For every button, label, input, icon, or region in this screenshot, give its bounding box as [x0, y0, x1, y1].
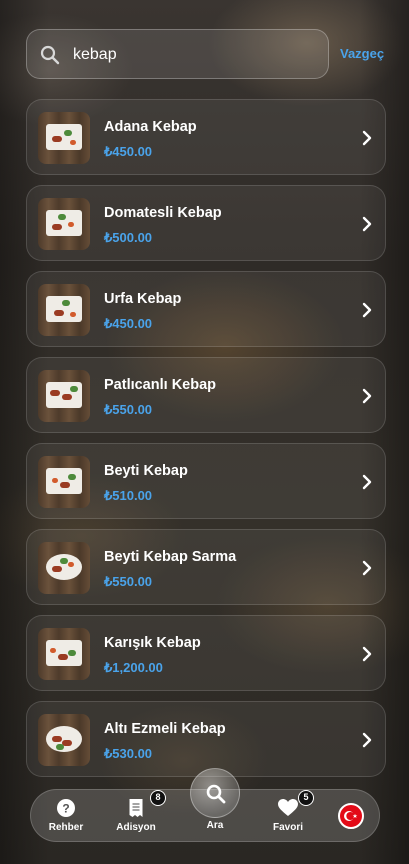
dish-price: ₺550.00: [104, 574, 153, 589]
dish-price: ₺450.00: [104, 144, 153, 159]
search-fab-button[interactable]: [190, 768, 240, 818]
help-icon: ?: [57, 799, 75, 817]
dish-price: ₺510.00: [104, 488, 153, 503]
list-item[interactable]: Urfa Kebap ₺450.00: [26, 271, 386, 347]
list-item[interactable]: Altı Ezmeli Kebap ₺530.00: [26, 701, 386, 777]
search-icon: [206, 784, 226, 804]
dish-name: Beyti Kebap Sarma: [104, 549, 237, 565]
dish-price: ₺530.00: [104, 746, 153, 761]
nav-search-label: Ara: [206, 820, 224, 831]
search-input[interactable]: [73, 42, 313, 68]
search-results-list: Adana Kebap ₺450.00 Domatesli Kebap ₺500…: [26, 99, 386, 787]
dish-price: ₺450.00: [104, 316, 153, 331]
dish-image: [38, 370, 90, 422]
dish-price: ₺1,200.00: [104, 660, 163, 675]
turkey-flag-icon: [344, 811, 358, 821]
search-icon: [40, 45, 60, 65]
nav-guide-label: Rehber: [48, 822, 84, 833]
search-bar: Vazgeç: [26, 29, 391, 79]
list-item[interactable]: Domatesli Kebap ₺500.00: [26, 185, 386, 261]
dish-image: [38, 198, 90, 250]
bill-count-badge: 8: [150, 790, 166, 806]
list-item[interactable]: Patlıcanlı Kebap ₺550.00: [26, 357, 386, 433]
svg-text:?: ?: [62, 802, 69, 816]
heart-icon: [278, 799, 298, 816]
dish-name: Altı Ezmeli Kebap: [104, 721, 226, 737]
nav-bill[interactable]: 8 Adisyon: [111, 790, 166, 843]
chevron-right-icon: [362, 474, 372, 490]
language-button[interactable]: [338, 803, 364, 829]
dish-name: Patlıcanlı Kebap: [104, 377, 217, 393]
dish-image: [38, 284, 90, 336]
favorites-count-badge: 5: [298, 790, 314, 806]
chevron-right-icon: [362, 388, 372, 404]
nav-favorites[interactable]: 5 Favori: [263, 790, 314, 843]
dish-name: Adana Kebap: [104, 119, 197, 135]
nav-guide[interactable]: ? Rehber: [41, 790, 91, 843]
dish-name: Karışık Kebap: [104, 635, 201, 651]
nav-favorites-label: Favori: [272, 822, 303, 833]
dish-image: [38, 628, 90, 680]
chevron-right-icon: [362, 732, 372, 748]
list-item[interactable]: Beyti Kebap ₺510.00: [26, 443, 386, 519]
dish-name: Urfa Kebap: [104, 291, 182, 307]
dish-name: Domatesli Kebap: [104, 205, 222, 221]
receipt-icon: [129, 799, 143, 817]
dish-price: ₺550.00: [104, 402, 153, 417]
dish-image: [38, 112, 90, 164]
dish-image: [38, 542, 90, 594]
chevron-right-icon: [362, 560, 372, 576]
dish-price: ₺500.00: [104, 230, 153, 245]
dish-image: [38, 456, 90, 508]
dish-image: [38, 714, 90, 766]
search-field[interactable]: [26, 29, 329, 79]
dish-name: Beyti Kebap: [104, 463, 188, 479]
chevron-right-icon: [362, 646, 372, 662]
chevron-right-icon: [362, 130, 372, 146]
chevron-right-icon: [362, 216, 372, 232]
chevron-right-icon: [362, 302, 372, 318]
list-item[interactable]: Beyti Kebap Sarma ₺550.00: [26, 529, 386, 605]
list-item[interactable]: Adana Kebap ₺450.00: [26, 99, 386, 175]
cancel-button[interactable]: Vazgeç: [340, 46, 384, 61]
nav-bill-label: Adisyon: [116, 822, 156, 833]
list-item[interactable]: Karışık Kebap ₺1,200.00: [26, 615, 386, 691]
